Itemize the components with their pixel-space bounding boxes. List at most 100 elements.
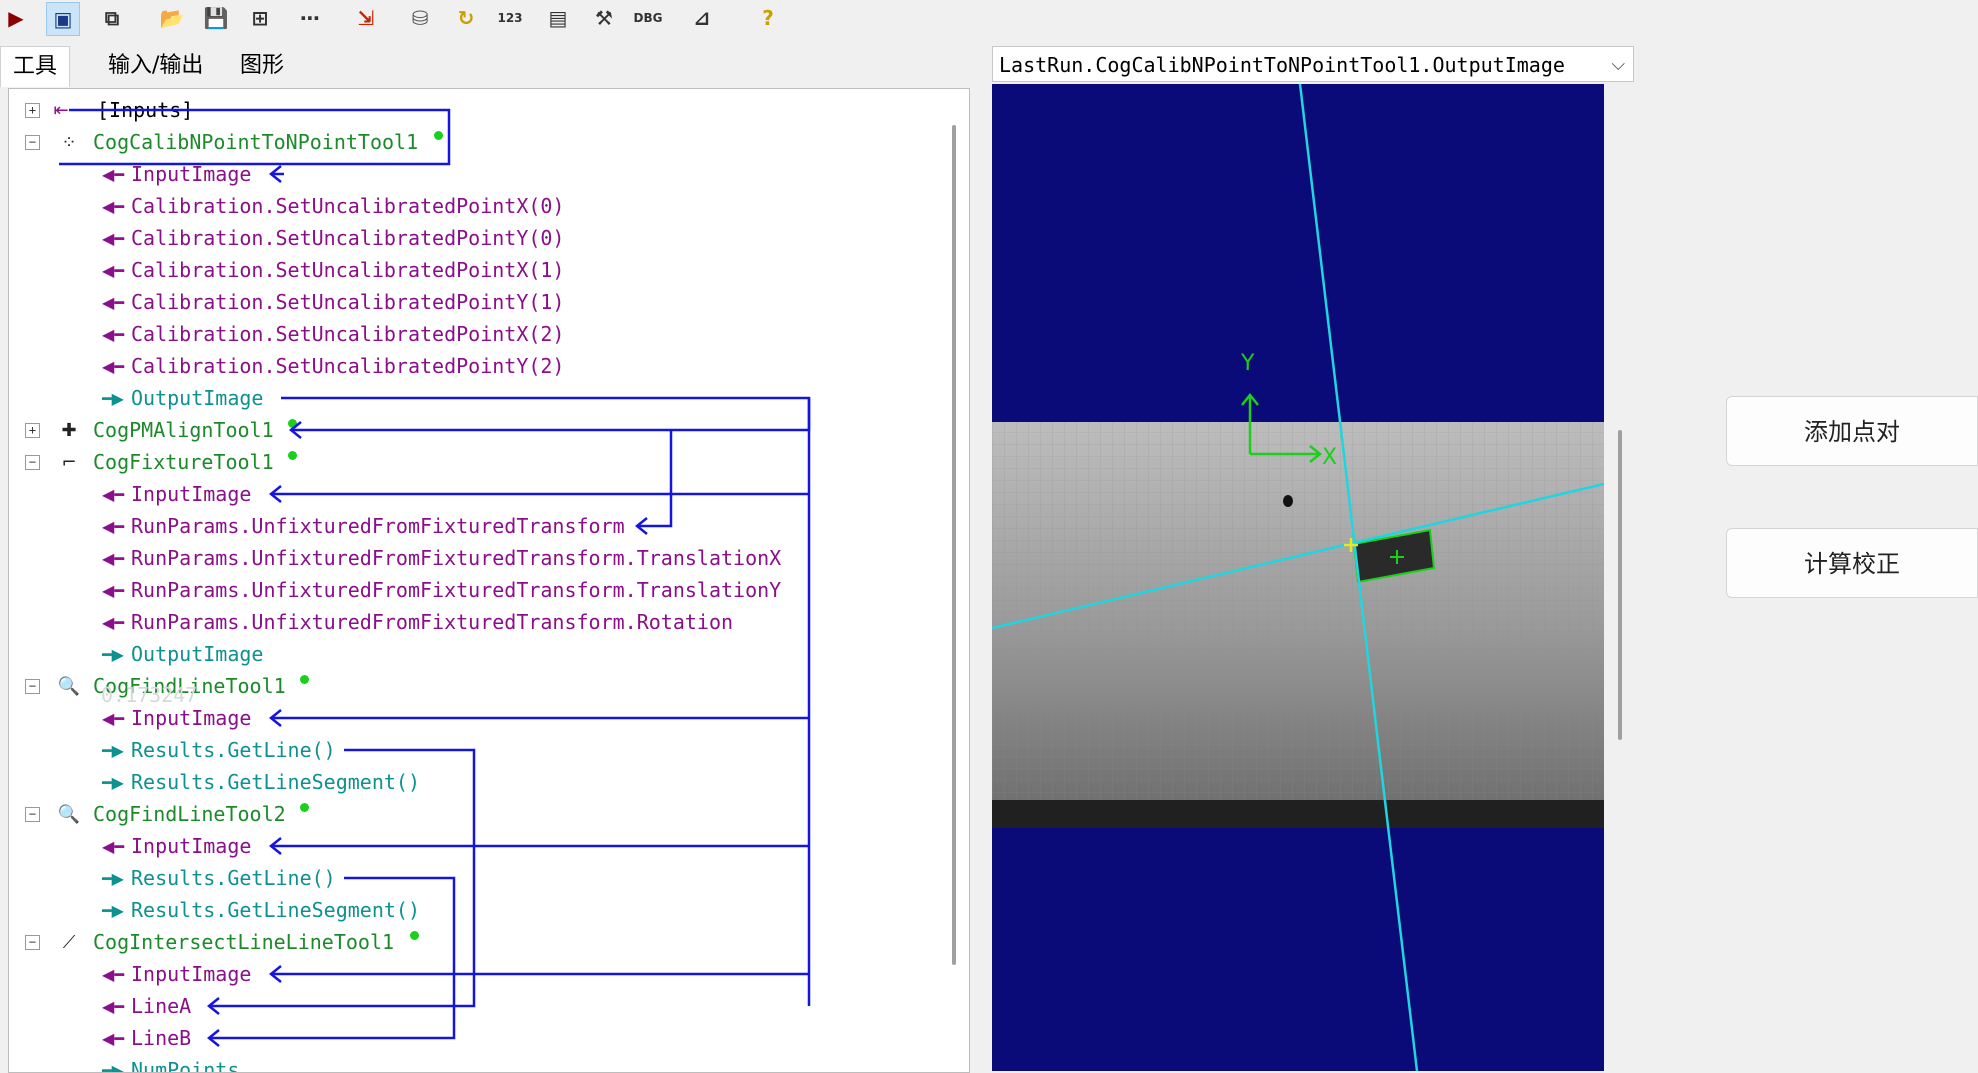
tree-terminal[interactable]: ◀━ InputImage [9, 159, 939, 189]
tree-node-label: OutputImage [131, 642, 264, 666]
collapse-icon[interactable]: − [25, 807, 40, 822]
measure-icon[interactable]: ⊿ [686, 2, 718, 34]
expand-icon[interactable]: + [25, 103, 40, 118]
collapse-icon[interactable]: − [25, 455, 40, 470]
output-arrow-icon: ━▶ [102, 772, 124, 792]
tree-terminal[interactable]: ◀━ InputImage [9, 831, 939, 861]
tree-terminal[interactable]: ━▶ Results.GetLineSegment() [9, 767, 939, 797]
tree-node-label: InputImage [131, 706, 252, 730]
fixture-icon: ⌐ [61, 451, 77, 473]
tree-node-label: InputImage [131, 962, 252, 986]
tree-node-label: RunParams.UnfixturedFromFixturedTransfor… [131, 546, 782, 570]
tree-node-label: RunParams.UnfixturedFromFixturedTransfor… [131, 610, 734, 634]
terminal-icon[interactable]: ▤ [542, 2, 574, 34]
intersect-icon: ⟋ [62, 931, 76, 953]
image-selector[interactable]: LastRun.CogCalibNPointToNPointTool1.Outp… [992, 46, 1634, 82]
input-arrow-icon: ◀━ [102, 260, 124, 280]
compute-calibration-button[interactable]: 计算校正 [1726, 528, 1978, 598]
database-icon[interactable]: ⛁ [404, 2, 436, 34]
axis-x-label: X [1322, 445, 1337, 470]
copy-icon[interactable]: ⧉ [96, 2, 128, 34]
input-arrow-icon: ⇤ [53, 99, 69, 121]
tree-terminal[interactable]: ◀━ RunParams.UnfixturedFromFixturedTransf… [9, 575, 939, 605]
tab-io[interactable]: 输入/输出 [96, 46, 215, 86]
tools-icon[interactable]: ⚒ [588, 2, 620, 34]
tree-root-node[interactable]: + ⇤ [Inputs] [9, 95, 939, 125]
calib-icon: ⁘ [61, 131, 77, 153]
collapse-icon[interactable]: − [25, 679, 40, 694]
image-display[interactable]: Y X [992, 84, 1604, 1071]
tree-terminal[interactable]: ◀━ RunParams.UnfixturedFromFixturedTransf… [9, 511, 939, 541]
tree-tool-node[interactable]: − 🔍 CogFindLineTool2 [9, 799, 939, 829]
status-dot [300, 675, 310, 684]
tree-node-label: Results.GetLineSegment() [131, 770, 420, 794]
display-canvas: Y X [992, 84, 1604, 1071]
tree-terminal[interactable]: ◀━ RunParams.UnfixturedFromFixturedTransf… [9, 543, 939, 573]
tree-terminal[interactable]: ◀━ LineA [9, 991, 939, 1021]
tree-node-label: OutputImage [131, 386, 264, 410]
collapse-icon[interactable]: − [25, 135, 40, 150]
tree-terminal[interactable]: ━▶ OutputImage [9, 639, 939, 669]
tree-terminal[interactable]: ◀━ Calibration.SetUncalibratedPointX(2) [9, 319, 939, 349]
tree-terminal[interactable]: ━▶ NumPoints [9, 1055, 939, 1073]
tree-node-label: Calibration.SetUncalibratedPointX(0) [131, 194, 565, 218]
tree-terminal[interactable]: ◀━ InputImage [9, 959, 939, 989]
tree-terminal[interactable]: ━▶ OutputImage [9, 383, 939, 413]
tree-node-label: CogPMAlignTool1 [93, 418, 274, 442]
dots-icon[interactable]: ⋯ [294, 2, 326, 34]
tree-terminal[interactable]: ◀━ RunParams.UnfixturedFromFixturedTransf… [9, 607, 939, 637]
findline-icon: 🔍 [57, 675, 81, 697]
tree-node-label: Results.GetLine() [131, 866, 336, 890]
expand-icon[interactable]: + [25, 423, 40, 438]
input-arrow-icon: ◀━ [102, 836, 124, 856]
chevron-down-icon[interactable]: ⌵ [1611, 47, 1625, 83]
tree-terminal[interactable]: ◀━ Calibration.SetUncalibratedPointY(1) [9, 287, 939, 317]
help-icon[interactable]: ? [752, 2, 784, 34]
tool-tabs: 工具 输入/输出 图形 [0, 46, 980, 87]
tree-terminal[interactable]: ◀━ LineB [9, 1023, 939, 1053]
image-selector-value: LastRun.CogCalibNPointToNPointTool1.Outp… [999, 53, 1565, 77]
input-arrow-icon: ◀━ [102, 324, 124, 344]
tooltip-ghost: 0.173247 [101, 683, 198, 707]
tree-tool-node[interactable]: − ⁘ CogCalibNPointToNPointTool1 [9, 127, 939, 157]
tree-node-label: [Inputs] [97, 98, 194, 122]
tree-scrollbar[interactable] [952, 125, 956, 965]
tree-tool-node[interactable]: + ✚ CogPMAlignTool1 [9, 415, 939, 445]
run-icon[interactable]: ▶ [0, 2, 32, 34]
save-icon[interactable]: 💾 [200, 2, 232, 34]
open-icon[interactable]: 📂 [156, 2, 188, 34]
tree-terminal[interactable]: ◀━ Calibration.SetUncalibratedPointY(0) [9, 223, 939, 253]
tree-terminal[interactable]: ◀━ Calibration.SetUncalibratedPointX(0) [9, 191, 939, 221]
input-arrow-icon: ◀━ [102, 356, 124, 376]
axis-y-label: Y [1240, 351, 1255, 376]
tree-terminal[interactable]: ━▶ Results.GetLine() [9, 863, 939, 893]
import-icon[interactable]: ⇲ [350, 2, 382, 34]
tree-terminal[interactable]: ━▶ Results.GetLine() [9, 735, 939, 765]
add-point-pair-button[interactable]: 添加点对 [1726, 396, 1978, 466]
input-arrow-icon: ◀━ [102, 516, 124, 536]
input-arrow-icon: ◀━ [102, 292, 124, 312]
output-arrow-icon: ━▶ [102, 388, 124, 408]
tree-terminal[interactable]: ◀━ InputImage [9, 703, 939, 733]
debug-icon[interactable]: DBG [632, 2, 664, 34]
tree-node-label: LineA [131, 994, 192, 1018]
refresh-icon[interactable]: ↻ [450, 2, 482, 34]
status-dot [410, 931, 419, 940]
tree-terminal[interactable]: ◀━ Calibration.SetUncalibratedPointY(2) [9, 351, 939, 381]
numeric-icon[interactable]: 123 [494, 2, 526, 34]
collapse-icon[interactable]: − [25, 935, 40, 950]
tool-tree[interactable]: + ⇤ [Inputs] − ⁘ CogCalibNPointToNPointTool1 ◀… [8, 88, 970, 1073]
tree-node-label: NumPoints [131, 1058, 240, 1073]
tree-icon[interactable]: ⊞ [244, 2, 276, 34]
tree-node-label: RunParams.UnfixturedFromFixturedTransfor… [131, 514, 625, 538]
display-icon[interactable]: ▣ [46, 2, 80, 36]
tree-node-label: Calibration.SetUncalibratedPointY(0) [131, 226, 565, 250]
tree-terminal[interactable]: ◀━ InputImage [9, 479, 939, 509]
tree-terminal[interactable]: ◀━ Calibration.SetUncalibratedPointX(1) [9, 255, 939, 285]
tab-graphics[interactable]: 图形 [228, 46, 296, 86]
tree-terminal[interactable]: ━▶ Results.GetLineSegment() [9, 895, 939, 925]
tab-tools[interactable]: 工具 [0, 46, 71, 87]
display-scrollbar[interactable] [1618, 430, 1622, 740]
tree-tool-node[interactable]: − ⌐ CogFixtureTool1 [9, 447, 939, 477]
tree-tool-node[interactable]: − ⟋ CogIntersectLineLineTool1 [9, 927, 939, 957]
